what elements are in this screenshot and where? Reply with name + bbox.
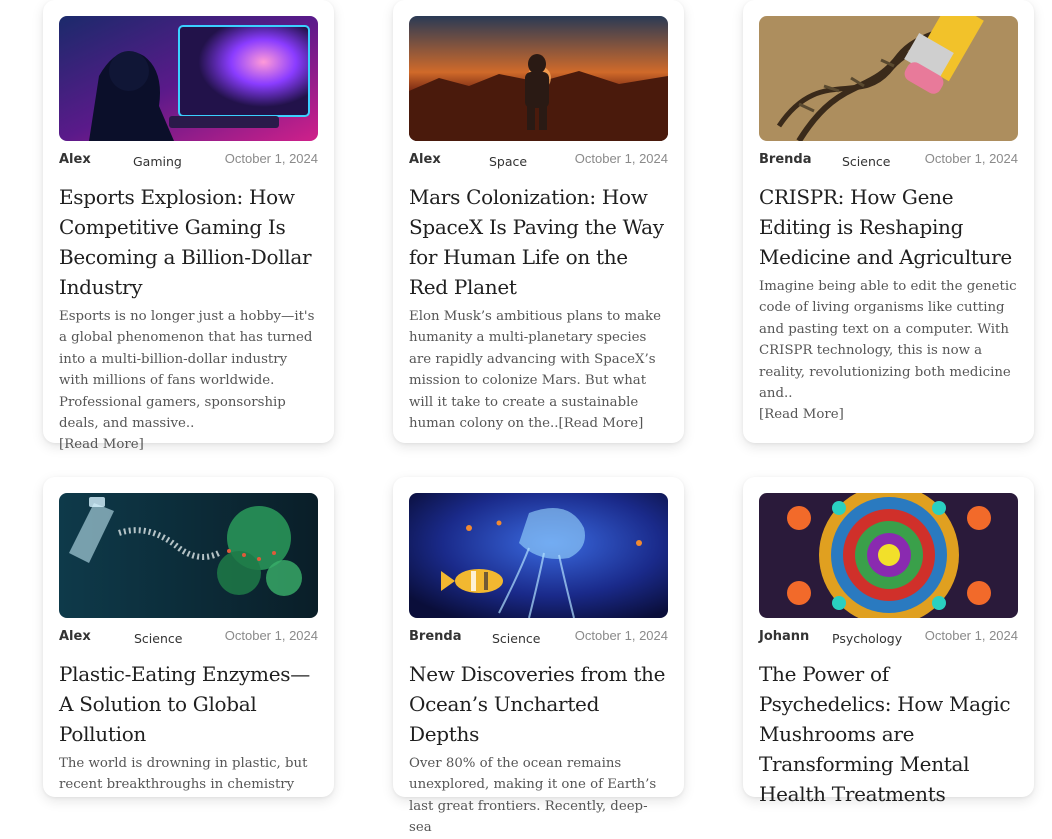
post-date: October 1, 2024 xyxy=(924,151,1018,166)
post-excerpt-text: Over 80% of the ocean remains unexplored… xyxy=(409,756,657,836)
gamer-neon-monitor-image[interactable] xyxy=(59,16,318,141)
post-title[interactable]: New Discoveries from the Ocean’s Unchart… xyxy=(409,659,668,749)
post-author[interactable]: Alex xyxy=(59,629,91,644)
post-meta: Alex Space October 1, 2024 xyxy=(409,151,668,173)
post-title[interactable]: Mars Colonization: How SpaceX Is Paving … xyxy=(409,182,668,302)
post-excerpt-text: Imagine being able to edit the genetic c… xyxy=(759,279,1017,402)
post-excerpt: Esports is no longer just a hobby—it's a… xyxy=(59,306,318,456)
post-card[interactable]: Alex Gaming October 1, 2024 Esports Expl… xyxy=(43,0,334,452)
post-title[interactable]: CRISPR: How Gene Editing is Reshaping Me… xyxy=(759,182,1018,272)
post-category[interactable]: Gaming xyxy=(133,154,182,169)
post-category[interactable]: Science xyxy=(492,631,540,646)
read-more-link[interactable]: [Read More] xyxy=(559,416,644,431)
post-excerpt: Imagine being able to edit the genetic c… xyxy=(759,276,1018,426)
post-author[interactable]: Brenda xyxy=(759,152,811,167)
post-meta: Johann Psychology October 1, 2024 xyxy=(759,628,1018,650)
post-date: October 1, 2024 xyxy=(224,628,318,643)
post-card[interactable]: Brenda Science October 1, 2024 New Disco… xyxy=(393,477,684,835)
deep-sea-jellyfish-image[interactable] xyxy=(409,493,668,618)
post-category[interactable]: Space xyxy=(489,154,527,169)
read-more-link[interactable]: [Read More] xyxy=(759,407,844,422)
post-card[interactable]: Brenda Science October 1, 2024 CRISPR: H… xyxy=(743,0,1034,443)
post-category[interactable]: Psychology xyxy=(832,631,902,646)
post-excerpt-text: Esports is no longer just a hobby—it's a… xyxy=(59,309,315,432)
post-author[interactable]: Alex xyxy=(409,152,441,167)
post-excerpt-text: The world is drowning in plastic, but re… xyxy=(59,756,308,793)
post-category[interactable]: Science xyxy=(134,631,182,646)
post-author[interactable]: Johann xyxy=(759,629,809,644)
post-meta: Alex Gaming October 1, 2024 xyxy=(59,151,318,173)
post-meta: Brenda Science October 1, 2024 xyxy=(409,628,668,650)
post-category[interactable]: Science xyxy=(842,154,890,169)
enzyme-plastic-bottle-image[interactable] xyxy=(59,493,318,618)
post-date: October 1, 2024 xyxy=(574,628,668,643)
post-excerpt: Elon Musk’s ambitious plans to make huma… xyxy=(409,306,668,434)
post-card[interactable]: Alex Science October 1, 2024 Plastic-Eat… xyxy=(43,477,334,797)
post-date: October 1, 2024 xyxy=(574,151,668,166)
pencil-dna-helix-image[interactable] xyxy=(759,16,1018,141)
post-author[interactable]: Brenda xyxy=(409,629,461,644)
read-more-link[interactable]: [Read More] xyxy=(59,437,144,452)
post-excerpt-text: Elon Musk’s ambitious plans to make huma… xyxy=(409,309,661,432)
psychedelic-mandala-image[interactable] xyxy=(759,493,1018,618)
post-date: October 1, 2024 xyxy=(924,628,1018,643)
post-meta: Alex Science October 1, 2024 xyxy=(59,628,318,650)
astronaut-mars-sunset-image[interactable] xyxy=(409,16,668,141)
post-author[interactable]: Alex xyxy=(59,152,91,167)
post-excerpt: Over 80% of the ocean remains unexplored… xyxy=(409,753,668,839)
post-title[interactable]: Plastic-Eating Enzymes—A Solution to Glo… xyxy=(59,659,318,749)
post-date: October 1, 2024 xyxy=(224,151,318,166)
blog-post-grid: Alex Gaming October 1, 2024 Esports Expl… xyxy=(0,0,1052,835)
post-card[interactable]: Johann Psychology October 1, 2024 The Po… xyxy=(743,477,1034,806)
post-meta: Brenda Science October 1, 2024 xyxy=(759,151,1018,173)
post-title[interactable]: Esports Explosion: How Competitive Gamin… xyxy=(59,182,318,302)
post-card[interactable]: Alex Space October 1, 2024 Mars Coloniza… xyxy=(393,0,684,443)
post-excerpt: The world is drowning in plastic, but re… xyxy=(59,753,318,796)
post-title[interactable]: The Power of Psychedelics: How Magic Mus… xyxy=(759,659,1018,809)
